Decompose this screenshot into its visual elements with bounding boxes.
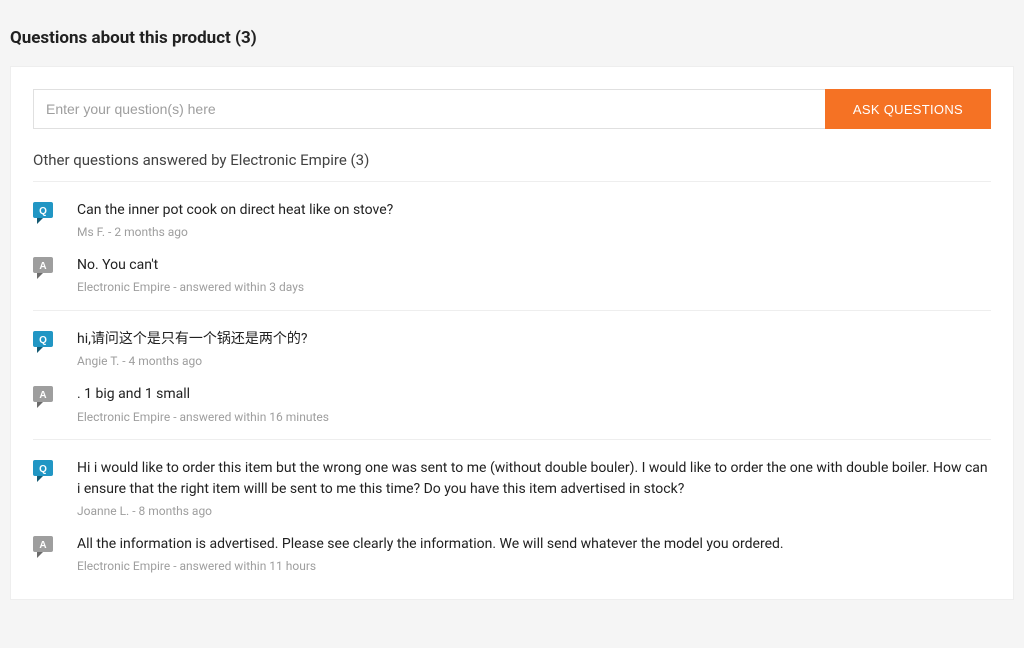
answer-author: Electronic Empire [77,410,170,424]
ask-row: ASK QUESTIONS [33,89,991,129]
svg-text:Q: Q [39,206,47,217]
answer-text: All the information is advertised. Pleas… [77,534,991,554]
answer-author: Electronic Empire [77,559,170,573]
svg-text:Q: Q [39,335,47,346]
answer-content: All the information is advertised. Pleas… [77,534,991,575]
answer-time: answered within 16 minutes [180,410,329,424]
answer-time: answered within 3 days [180,280,305,294]
question-content: hi,请问这个是只有一个锅还是两个的? Angie T. - 4 months … [77,329,991,370]
answer-icon: A [33,257,53,279]
answer-icon: A [33,536,53,558]
qa-panel: ASK QUESTIONS Other questions answered b… [10,66,1014,600]
question-meta: Joanne L. - 8 months ago [77,503,991,520]
qa-item: Q Can the inner pot cook on direct heat … [33,182,991,311]
question-content: Can the inner pot cook on direct heat li… [77,200,991,241]
answer-author: Electronic Empire [77,280,170,294]
question-meta: Angie T. - 4 months ago [77,353,991,370]
section-title-text: Questions about this product [10,28,231,48]
question-text: Can the inner pot cook on direct heat li… [77,200,991,220]
question-row: Q Hi i would like to order this item but… [33,458,991,519]
question-row: Q Can the inner pot cook on direct heat … [33,200,991,241]
section-title-count: 3 [241,28,251,48]
section-title: Questions about this product (3) [10,10,1014,66]
svg-text:Q: Q [39,464,47,475]
question-text: Hi i would like to order this item but t… [77,458,991,499]
question-icon: Q [33,202,53,224]
question-author: Joanne L. [77,504,129,518]
answer-meta: Electronic Empire - answered within 11 h… [77,558,991,575]
question-icon: Q [33,331,53,353]
subhead-prefix: Other questions answered by [33,151,227,169]
qa-item: Q hi,请问这个是只有一个锅还是两个的? Angie T. - 4 month… [33,311,991,440]
svg-text:A: A [39,390,46,401]
question-text: hi,请问这个是只有一个锅还是两个的? [77,329,991,349]
svg-text:A: A [39,540,46,551]
answer-text: . 1 big and 1 small [77,384,991,404]
answer-meta: Electronic Empire - answered within 16 m… [77,409,991,426]
answer-icon: A [33,386,53,408]
ask-questions-button[interactable]: ASK QUESTIONS [825,89,991,129]
subhead-count: 3 [356,151,364,169]
question-row: Q hi,请问这个是只有一个锅还是两个的? Angie T. - 4 month… [33,329,991,370]
question-icon: Q [33,460,53,482]
answer-row: A No. You can't Electronic Empire - answ… [33,255,991,296]
svg-text:A: A [39,261,46,272]
subhead: Other questions answered by Electronic E… [33,151,991,182]
answer-content: . 1 big and 1 small Electronic Empire - … [77,384,991,425]
answer-row: A All the information is advertised. Ple… [33,534,991,575]
qa-item: Q Hi i would like to order this item but… [33,440,991,588]
question-author: Angie T. [77,354,119,368]
answer-meta: Electronic Empire - answered within 3 da… [77,279,991,296]
answer-row: A . 1 big and 1 small Electronic Empire … [33,384,991,425]
answer-content: No. You can't Electronic Empire - answer… [77,255,991,296]
question-meta: Ms F. - 2 months ago [77,224,991,241]
question-time: 8 months ago [139,504,213,518]
subhead-seller: Electronic Empire [230,151,347,169]
question-author: Ms F. [77,225,105,239]
question-time: 2 months ago [114,225,188,239]
question-input[interactable] [33,89,825,129]
question-time: 4 months ago [129,354,203,368]
answer-time: answered within 11 hours [180,559,317,573]
answer-text: No. You can't [77,255,991,275]
question-content: Hi i would like to order this item but t… [77,458,991,519]
